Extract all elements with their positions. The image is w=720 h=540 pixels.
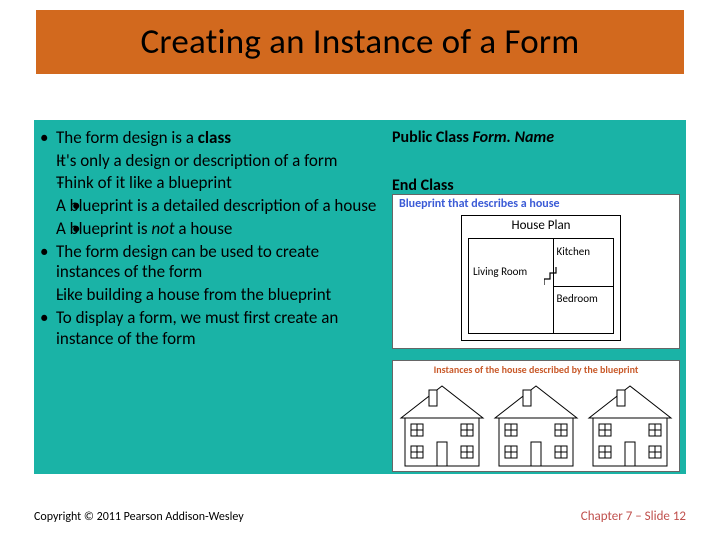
blueprint-diagram: Blueprint that describes a house House P… bbox=[392, 194, 680, 349]
code-line2: End Class bbox=[392, 176, 454, 195]
bullet-2a: Like building a house from the blueprint bbox=[40, 285, 380, 306]
slide-title: Creating an Instance of a Form bbox=[141, 21, 580, 63]
body-band: The form design is a class It's only a d… bbox=[34, 120, 686, 474]
bullet-1b-ii-not: not bbox=[151, 218, 174, 239]
houses-row bbox=[399, 378, 673, 468]
right-column: Public Class Form. Name End Class Bluepr… bbox=[392, 126, 680, 204]
code-block: Public Class Form. Name End Class bbox=[392, 126, 680, 198]
bullet-1b-ii: A blueprint is not a house bbox=[40, 219, 380, 240]
room-bedroom: Bedroom bbox=[557, 292, 598, 305]
house-icon bbox=[587, 378, 673, 468]
plan-stairs-icon bbox=[544, 267, 562, 285]
title-band: Creating an Instance of a Form bbox=[36, 10, 684, 74]
bullet-2: The form design can be used to create in… bbox=[40, 242, 380, 283]
blueprint-caption: Blueprint that describes a house bbox=[399, 197, 560, 211]
bullet-1b-i: A blueprint is a detailed description of… bbox=[40, 196, 380, 217]
room-living: Living Room bbox=[473, 265, 527, 278]
plan-horizontal-divider bbox=[553, 286, 613, 287]
bullet-list: The form design is a class It's only a d… bbox=[40, 128, 380, 351]
bullet-1: The form design is a class bbox=[40, 128, 380, 149]
instances-diagram: Instances of the house described by the … bbox=[392, 360, 680, 472]
house-icon bbox=[493, 378, 579, 468]
house-plan-grid: Living Room Kitchen Bedroom bbox=[468, 238, 614, 334]
slide: Creating an Instance of a Form The form … bbox=[0, 0, 720, 540]
room-kitchen: Kitchen bbox=[557, 245, 590, 258]
bullet-1b-ii-pre: A blueprint is bbox=[56, 218, 151, 239]
footer-slide-number: Chapter 7 – Slide 12 bbox=[581, 509, 686, 524]
house-icon bbox=[399, 378, 485, 468]
bullet-1b-ii-post: a house bbox=[175, 218, 233, 239]
code-line1-classname: Form. Name bbox=[473, 128, 555, 147]
bullet-1-text-pre: The form design is a bbox=[56, 127, 198, 148]
code-line1-classname-text: Form. Name bbox=[473, 128, 555, 147]
instances-caption: Instances of the house described by the … bbox=[434, 363, 639, 376]
house-plan-title: House Plan bbox=[462, 218, 620, 233]
bullet-1a: It's only a design or description of a f… bbox=[40, 151, 380, 172]
footer-copyright: Copyright © 2011 Pearson Addison-Wesley bbox=[34, 510, 244, 524]
bullet-1-classword: class bbox=[198, 127, 231, 148]
code-line1-keyword: Public Class bbox=[392, 128, 473, 147]
bullet-1b: Think of it like a blueprint bbox=[40, 173, 380, 194]
bullet-3: To display a form, we must first create … bbox=[40, 308, 380, 349]
house-plan-box: House Plan Living Room Kitchen Bedroom bbox=[461, 215, 621, 341]
